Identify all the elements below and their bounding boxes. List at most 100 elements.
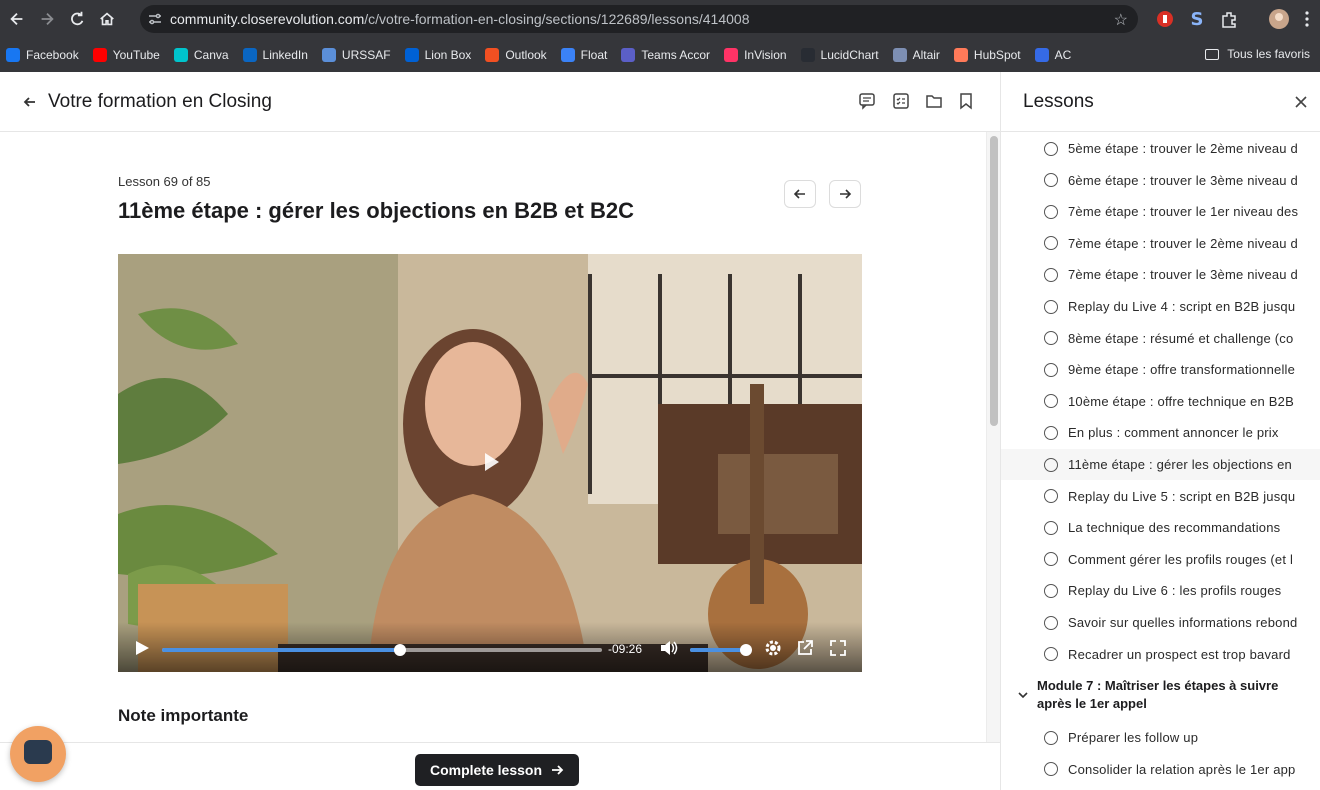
lesson-content: Lesson 69 of 85 11ème étape : gérer les … (0, 132, 986, 742)
bookmark-item[interactable]: Outlook (485, 48, 547, 62)
browser-menu-icon[interactable] (1294, 6, 1320, 32)
lesson-item[interactable]: Comment gérer les profils rouges (et l (1001, 544, 1320, 575)
browser-chrome: community.closerevolution.com/c/votre-fo… (0, 0, 1320, 72)
play-icon[interactable] (134, 640, 150, 656)
float-icon (560, 48, 575, 62)
center-play-icon[interactable] (484, 452, 500, 472)
bookmark-item[interactable]: Canva (173, 48, 229, 62)
forward-arrow-icon[interactable] (32, 4, 62, 34)
comment-icon[interactable] (858, 92, 876, 110)
lesson-status-circle-icon (1044, 615, 1058, 630)
settings-gear-icon[interactable] (764, 639, 782, 657)
bookmark-label: AC (1054, 48, 1072, 62)
extensions-puzzle-icon[interactable] (1216, 6, 1242, 32)
bookmark-item[interactable]: YouTube (92, 48, 160, 62)
lesson-item-label: 7ème étape : trouver le 3ème niveau d (1068, 267, 1298, 283)
note-title: Note importante (118, 706, 249, 725)
lesson-item[interactable]: 10ème étape : offre technique en B2B (1001, 386, 1320, 417)
content-scrollbar[interactable] (986, 132, 1000, 742)
lesson-status-circle-icon (1044, 173, 1058, 188)
volume-handle[interactable] (740, 644, 752, 656)
module-header[interactable]: Module 7 : Maîtriser les étapes à suivre… (1001, 677, 1320, 717)
checklist-icon[interactable] (892, 92, 910, 110)
lesson-item[interactable]: Recadrer un prospect est trop bavard (1001, 639, 1320, 670)
lesson-item[interactable]: Replay du Live 6 : les profils rouges (1001, 575, 1320, 606)
video-player[interactable]: -09:26 (118, 254, 862, 672)
scrollbar-thumb[interactable] (990, 136, 998, 426)
close-icon[interactable] (1293, 94, 1309, 110)
bookmark-item[interactable]: LinkedIn (242, 48, 308, 62)
volume-slider[interactable] (690, 644, 752, 656)
lesson-item[interactable]: Savoir sur quelles informations rebond (1001, 607, 1320, 638)
home-icon[interactable] (92, 4, 122, 34)
all-bookmarks[interactable]: Tous les favoris (1205, 47, 1310, 61)
extension-s-icon[interactable]: S (1184, 6, 1210, 32)
bookmark-item[interactable]: AC (1034, 48, 1072, 62)
bookmark-item[interactable]: HubSpot (953, 48, 1021, 62)
lesson-item[interactable]: En plus : comment annoncer le prix (1001, 417, 1320, 448)
all-bookmarks-label: Tous les favoris (1227, 47, 1310, 61)
lesson-item[interactable]: Replay du Live 5 : script en B2B jusqu (1001, 481, 1320, 512)
lesson-item-label: Comment gérer les profils rouges (et l (1068, 551, 1294, 567)
lesson-item[interactable]: 7ème étape : trouver le 3ème niveau d (1001, 259, 1320, 290)
chat-widget-button[interactable] (10, 726, 66, 782)
bookmark-item[interactable]: Float (560, 48, 607, 62)
address-bar[interactable]: community.closerevolution.com/c/votre-fo… (140, 5, 1138, 33)
lesson-item[interactable]: La technique des recommandations (1001, 512, 1320, 543)
bookmark-label: InVision (744, 48, 787, 62)
lesson-item-label: Savoir sur quelles informations rebond (1068, 615, 1298, 630)
lesson-item-label: 7ème étape : trouver le 2ème niveau d (1068, 235, 1298, 251)
reload-icon[interactable] (62, 4, 92, 34)
bookmark-item[interactable]: URSSAF (321, 48, 391, 62)
lesson-item[interactable]: 6ème étape : trouver le 3ème niveau d (1001, 165, 1320, 196)
back-arrow-icon[interactable] (20, 92, 40, 112)
video-progress-handle[interactable] (393, 644, 406, 656)
chevron-down-icon[interactable] (1017, 689, 1029, 701)
facebook-icon (6, 48, 20, 62)
lesson-item-label: 10ème étape : offre technique en B2B (1068, 393, 1294, 409)
lesson-item-current[interactable]: 11ème étape : gérer les objections en (1001, 449, 1320, 480)
lesson-item-label: La technique des recommandations (1068, 520, 1281, 536)
lesson-item[interactable]: Consolider la relation après le 1er app (1001, 754, 1320, 785)
profile-avatar[interactable] (1266, 6, 1292, 32)
bookmark-label: Teams Accor (641, 48, 711, 62)
lesson-item-label: 9ème étape : offre transformationnelle (1068, 362, 1296, 378)
lesson-item[interactable]: 7ème étape : trouver le 2ème niveau d (1001, 228, 1320, 259)
bookmark-star-icon[interactable]: ☆ (1114, 10, 1128, 30)
lesson-status-circle-icon (1044, 299, 1058, 314)
folder-icon[interactable] (925, 92, 943, 110)
urssaf-icon (321, 48, 336, 62)
lesson-item[interactable]: 9ème étape : offre transformationnelle (1001, 354, 1320, 385)
site-settings-icon[interactable] (140, 12, 170, 26)
bookmark-icon[interactable] (957, 92, 975, 110)
lesson-item-label: 8ème étape : résumé et challenge (co (1068, 330, 1294, 346)
bookmark-item[interactable]: Lion Box (404, 48, 471, 62)
lesson-item[interactable]: 8ème étape : résumé et challenge (co (1001, 323, 1320, 354)
lesson-item[interactable]: Replay du Live 4 : script en B2B jusqu (1001, 291, 1320, 322)
bookmark-item[interactable]: Teams Accor (621, 48, 710, 62)
next-lesson-button[interactable] (829, 180, 861, 208)
lesson-item[interactable]: 7ème étape : trouver le 1er niveau des (1001, 196, 1320, 227)
complete-lesson-button[interactable]: Complete lesson (415, 754, 579, 786)
back-arrow-icon[interactable] (2, 4, 32, 34)
lesson-item[interactable]: 5ème étape : trouver le 2ème niveau d (1001, 133, 1320, 164)
bookmark-item[interactable]: LucidChart (800, 48, 879, 62)
volume-icon[interactable] (660, 640, 678, 656)
fullscreen-icon[interactable] (829, 639, 847, 657)
lesson-item-label: Replay du Live 5 : script en B2B jusqu (1068, 488, 1296, 504)
popout-icon[interactable] (796, 639, 814, 657)
url-text: community.closerevolution.com/c/votre-fo… (170, 11, 750, 27)
bookmark-item[interactable]: Altair (892, 48, 940, 62)
lesson-status-circle-icon (1044, 762, 1058, 777)
video-progress-bar[interactable] (162, 644, 602, 656)
lesson-item[interactable]: Préparer les follow up (1001, 722, 1320, 753)
lesson-status-circle-icon (1044, 204, 1058, 219)
lesson-item-label: 7ème étape : trouver le 1er niveau des (1068, 204, 1299, 220)
previous-lesson-button[interactable] (784, 180, 816, 208)
arrow-right-icon (840, 189, 852, 199)
bookmarks-bar: Facebook YouTube Canva LinkedIn URSSAF Lion B… (0, 40, 1320, 70)
extension-red-icon[interactable] (1152, 6, 1178, 32)
bookmark-item[interactable]: InVision (724, 48, 787, 62)
invision-icon (724, 48, 739, 62)
bookmark-item[interactable]: Facebook (6, 48, 79, 62)
